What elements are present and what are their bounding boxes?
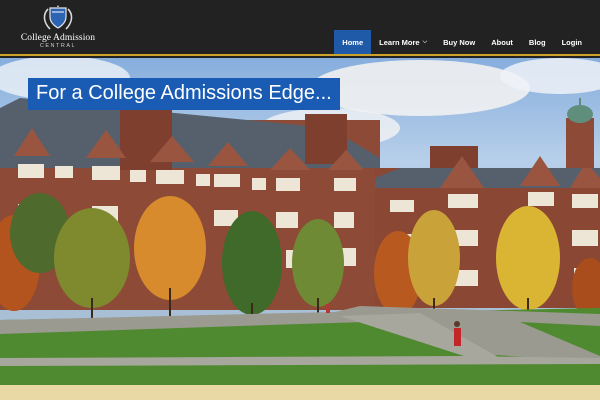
nav-home-label: Home	[342, 37, 364, 47]
nav-buy-now[interactable]: Buy Now	[435, 30, 483, 54]
nav-login-label: Login	[561, 37, 582, 47]
hero-banner: For a College Admissions Edge...	[0, 58, 600, 400]
nav-home[interactable]: Home	[334, 30, 372, 54]
logo-subtitle: CENTRAL	[39, 43, 77, 49]
nav-login[interactable]: Login	[554, 30, 590, 54]
main-nav: Home Learn More ⌵ Buy Now About Blog Logi…	[334, 30, 590, 54]
hero-title: For a College Admissions Edge...	[28, 78, 340, 110]
nav-about-label: About	[491, 37, 513, 47]
nav-blog-label: Blog	[528, 37, 546, 47]
site-logo[interactable]: College Admission CENTRAL	[18, 4, 98, 52]
shield-laurel-icon	[43, 5, 73, 30]
logo-name: College Admission	[20, 33, 96, 43]
nav-learn-more[interactable]: Learn More ⌵	[371, 30, 435, 54]
nav-learn-more-label: Learn More	[379, 37, 420, 47]
nav-buy-now-label: Buy Now	[443, 37, 476, 47]
chevron-down-icon: ⌵	[422, 38, 428, 45]
site-header: College Admission CENTRAL Home Learn Mor…	[0, 0, 600, 56]
nav-blog[interactable]: Blog	[521, 30, 554, 54]
hero-bottom-strip	[0, 385, 600, 400]
nav-about[interactable]: About	[483, 30, 521, 54]
